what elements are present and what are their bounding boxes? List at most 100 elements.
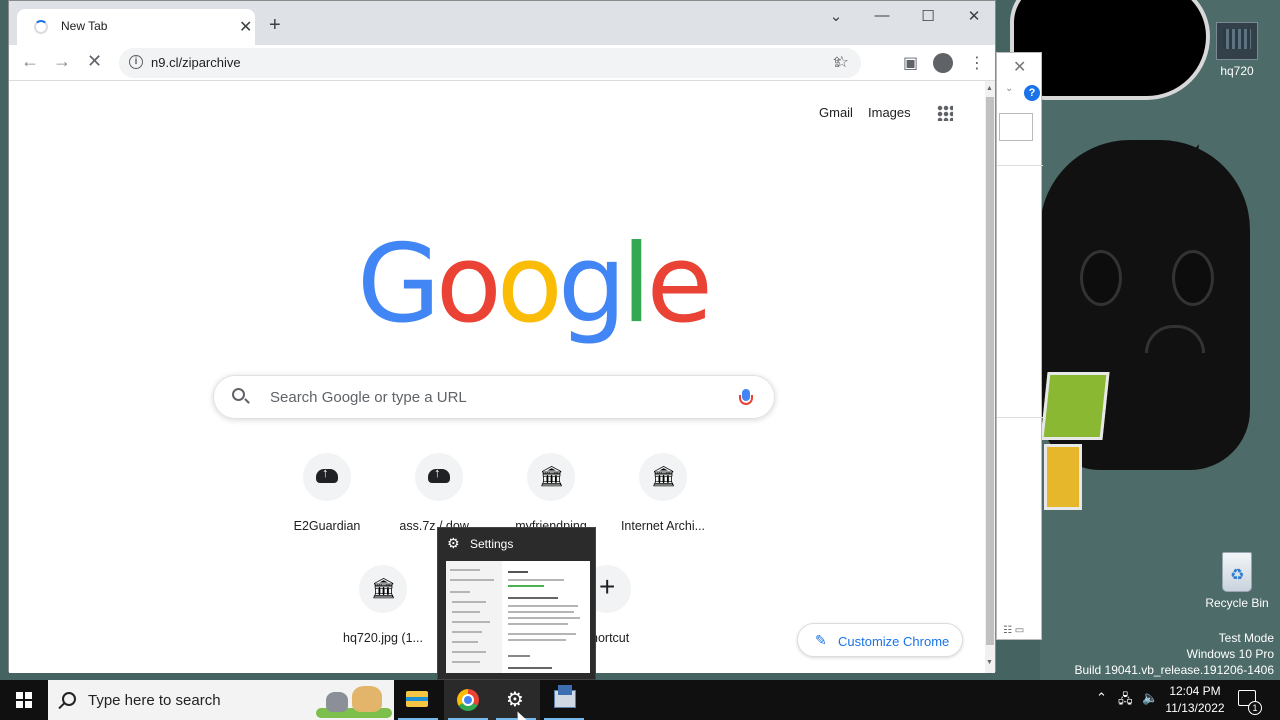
start-button[interactable] xyxy=(0,680,48,720)
system-clock[interactable]: 12:04 PM 11/13/2022 xyxy=(1160,683,1230,717)
maximize-button[interactable]: ☐ xyxy=(905,7,951,27)
tab-new-tab[interactable]: New Tab ✕ xyxy=(17,9,255,45)
taskbar-search-box[interactable]: Type here to search xyxy=(48,680,394,720)
tab-search-chevron-icon[interactable]: ⌄ xyxy=(813,7,859,27)
museum-icon xyxy=(639,453,687,501)
wallpaper-character-eye xyxy=(1172,250,1214,306)
volume-icon[interactable]: 🔈 xyxy=(1142,690,1158,720)
search-icon xyxy=(232,388,245,401)
windows-watermark: Test Mode Windows 10 Pro Build 19041.vb_… xyxy=(1075,630,1275,678)
site-info-icon[interactable]: i xyxy=(129,55,143,69)
text-field[interactable] xyxy=(999,113,1033,141)
museum-icon xyxy=(359,565,407,613)
clock-date: 11/13/2022 xyxy=(1165,701,1225,715)
images-link[interactable]: Images xyxy=(868,105,911,120)
shortcut-label: E2Guardian xyxy=(293,519,361,533)
search-box[interactable]: Search Google or type a URL xyxy=(213,375,775,419)
taskbar-file-explorer[interactable] xyxy=(394,680,442,720)
view-mode-icons[interactable]: ☷ ▭ xyxy=(1003,625,1024,636)
shortcut-tile[interactable]: ass.7z / dow... xyxy=(383,453,495,533)
help-icon[interactable]: ? xyxy=(1024,85,1040,101)
scrollbar[interactable]: ▲ ▼ xyxy=(985,81,995,673)
address-bar[interactable]: i n9.cl/ziparchive ⇪ ☆ xyxy=(119,48,861,78)
search-input[interactable]: Search Google or type a URL xyxy=(270,389,467,406)
application-icon xyxy=(554,685,576,708)
shortcut-label: Internet Archi... xyxy=(620,519,706,533)
wallpaper-green-shape xyxy=(1040,372,1110,440)
toolbar: ← → ✕ i n9.cl/ziparchive ⇪ ☆ ▣ ⋮ xyxy=(9,45,995,81)
gmail-link[interactable]: Gmail xyxy=(819,105,853,120)
cloud-upload-icon xyxy=(303,453,351,501)
back-button[interactable]: ← xyxy=(21,51,39,72)
pencil-icon: ✎ xyxy=(815,632,827,648)
thumbnail-preview[interactable] xyxy=(446,561,590,673)
shortcut-tile[interactable]: Internet Archi... xyxy=(607,453,719,533)
watermark-line: Build 19041.vb_release.191206-1406 xyxy=(1074,663,1275,677)
chevron-down-icon[interactable]: ⌄ xyxy=(1005,83,1013,94)
watermark-line: Test Mode xyxy=(1218,631,1274,645)
taskbar-thumbnail-settings[interactable]: ⚙ Settings xyxy=(437,527,596,680)
url-text[interactable]: n9.cl/ziparchive xyxy=(151,55,241,70)
stop-loading-button[interactable]: ✕ xyxy=(87,51,102,72)
logo-letter: l xyxy=(621,222,651,347)
logo-letter: o xyxy=(435,222,502,347)
chrome-icon xyxy=(457,689,479,711)
desktop-icon-recycle-bin[interactable]: Recycle Bin xyxy=(1202,552,1272,610)
tab-strip: New Tab ✕ + ⌄ — ☐ ✕ xyxy=(9,1,995,45)
recycle-bin-icon xyxy=(1222,552,1252,592)
divider xyxy=(997,417,1043,418)
profile-avatar-icon[interactable] xyxy=(933,53,953,73)
taskbar-search-input[interactable]: Type here to search xyxy=(88,692,221,709)
show-hidden-icons-chevron[interactable]: ⌃ xyxy=(1096,690,1107,720)
museum-icon xyxy=(527,453,575,501)
wallpaper-yellow-shape xyxy=(1044,444,1082,510)
shortcut-tile[interactable]: E2Guardian xyxy=(271,453,383,533)
close-icon[interactable]: ✕ xyxy=(1013,57,1026,77)
shortcut-tile[interactable]: myfriendping xyxy=(495,453,607,533)
logo-letter: g xyxy=(557,222,627,347)
taskbar-chrome[interactable] xyxy=(444,680,492,720)
loading-spinner-icon xyxy=(34,20,48,34)
scrollbar-thumb[interactable] xyxy=(986,97,994,645)
shortcut-label: hq720.jpg (1... xyxy=(343,631,423,645)
forward-button[interactable]: → xyxy=(53,51,71,72)
gear-icon: ⚙ xyxy=(447,535,460,551)
clock-time: 12:04 PM xyxy=(1169,684,1221,698)
side-panel-icon[interactable]: ▣ xyxy=(903,53,918,73)
customize-chrome-button[interactable]: ✎ Customize Chrome xyxy=(797,623,963,657)
search-icon xyxy=(62,692,76,706)
gear-icon: ⚙ xyxy=(506,689,524,711)
background-window[interactable]: ✕ ⌄ ? ☷ ▭ xyxy=(996,52,1043,640)
watermark-line: Windows 10 Pro xyxy=(1186,647,1274,661)
preview-sidebar xyxy=(446,561,502,673)
scroll-up-arrow-icon[interactable]: ▲ xyxy=(986,85,993,92)
windows-logo-icon xyxy=(16,692,32,708)
notification-count-badge: 1 xyxy=(1248,701,1262,715)
shortcut-tile[interactable]: hq720.jpg (1... xyxy=(327,565,439,645)
desktop-icon-label: hq720 xyxy=(1220,64,1254,78)
cloud-upload-icon xyxy=(415,453,463,501)
taskbar-app[interactable] xyxy=(540,680,588,720)
logo-letter: G xyxy=(357,222,441,347)
bookmark-star-icon[interactable]: ☆ xyxy=(835,52,849,72)
microphone-icon[interactable] xyxy=(739,389,753,405)
preview-main xyxy=(506,561,590,673)
folder-icon xyxy=(406,691,428,707)
close-window-button[interactable]: ✕ xyxy=(951,7,997,27)
minimize-button[interactable]: — xyxy=(859,7,905,27)
new-tab-button[interactable]: + xyxy=(269,15,281,35)
wallpaper-character-eye xyxy=(1080,250,1122,306)
customize-chrome-label: Customize Chrome xyxy=(838,634,950,649)
search-highlight-illustration xyxy=(316,684,392,718)
image-file-icon xyxy=(1216,22,1258,60)
divider xyxy=(997,165,1043,166)
scroll-down-arrow-icon[interactable]: ▼ xyxy=(986,659,993,666)
logo-letter: e xyxy=(646,222,712,347)
close-icon[interactable]: ✕ xyxy=(239,17,252,37)
network-icon[interactable]: 🖧 xyxy=(1118,690,1133,720)
menu-kebab-icon[interactable]: ⋮ xyxy=(969,53,985,73)
apps-grid-icon[interactable] xyxy=(937,105,953,121)
desktop-icon-hq720[interactable]: hq720 xyxy=(1202,22,1272,78)
google-logo: Google xyxy=(357,231,713,339)
tab-title: New Tab xyxy=(61,19,108,33)
